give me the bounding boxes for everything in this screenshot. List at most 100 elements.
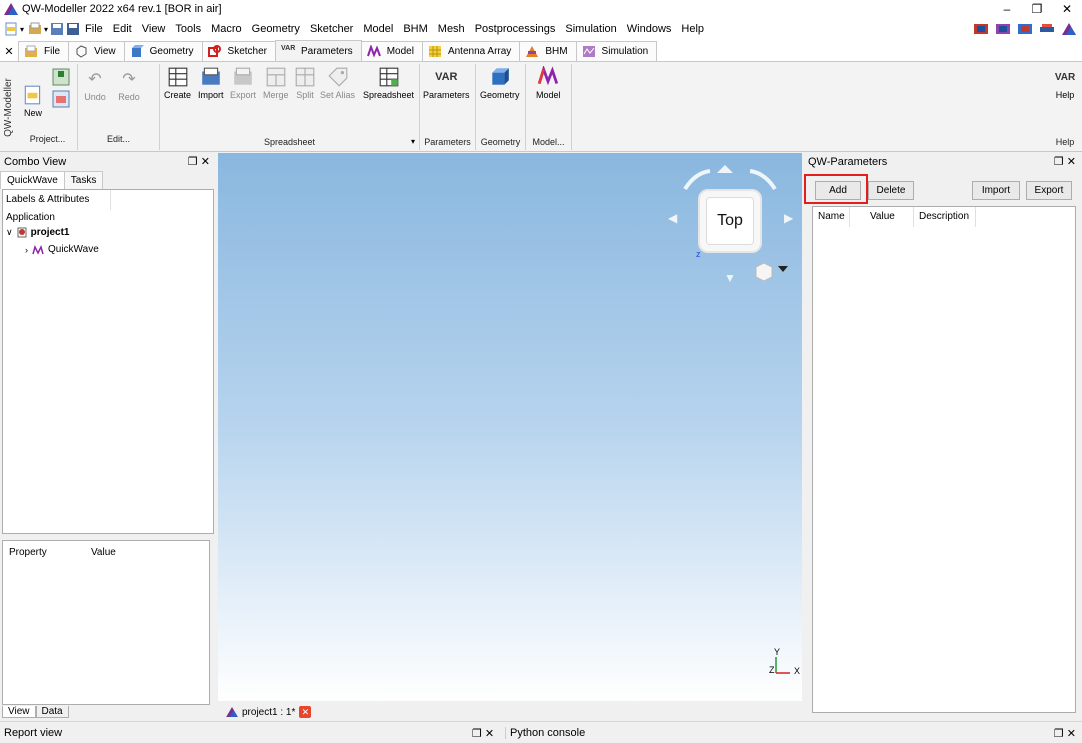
menu-view[interactable]: View: [137, 23, 171, 35]
menu-geometry[interactable]: Geometry: [247, 23, 305, 35]
tree-item-project[interactable]: ∨ project1: [6, 227, 70, 238]
toolbar-app-icon[interactable]: [1040, 22, 1054, 36]
tab-view-data-data[interactable]: Data: [35, 706, 69, 718]
toolbar-app-icon[interactable]: [1018, 22, 1032, 36]
panel-float-close-icons[interactable]: ❐ ✕: [188, 155, 210, 168]
description-column-header[interactable]: Description: [919, 211, 969, 222]
menu-edit[interactable]: Edit: [108, 23, 137, 35]
nav-down-arrow-icon[interactable]: ▼: [724, 271, 736, 285]
tab-simulation[interactable]: Simulation: [575, 41, 658, 61]
edit-group-label[interactable]: Edit...: [78, 134, 159, 144]
tab-file[interactable]: File: [18, 41, 70, 61]
export-parameters-button[interactable]: Export: [1026, 181, 1072, 200]
tree-item-quickwave[interactable]: › QuickWave: [25, 244, 99, 255]
save-icon[interactable]: [50, 22, 64, 36]
delete-parameter-button[interactable]: Delete: [868, 181, 914, 200]
project-group-label[interactable]: Project...: [18, 134, 77, 144]
panel-float-close-icons[interactable]: ❐ ✕: [472, 727, 494, 740]
menu-mesh[interactable]: Mesh: [433, 23, 470, 35]
split-button[interactable]: Split: [294, 66, 316, 100]
set-alias-button[interactable]: Set Alias: [320, 66, 355, 100]
parameters-table[interactable]: Name Value Description: [812, 206, 1076, 713]
panel-float-close-icons[interactable]: ❐ ✕: [1054, 727, 1076, 740]
menu-model[interactable]: Model: [358, 23, 398, 35]
menu-windows[interactable]: Windows: [622, 23, 677, 35]
parameters-button[interactable]: VAR Parameters: [423, 66, 470, 100]
minimize-button[interactable]: –: [992, 0, 1022, 18]
toolbar-app-icon[interactable]: [974, 22, 988, 36]
view-menu-cube-icon[interactable]: [752, 259, 790, 281]
model-group-label[interactable]: Model...: [526, 137, 571, 147]
menu-bhm[interactable]: BHM: [398, 23, 432, 35]
tab-view[interactable]: View: [68, 41, 125, 61]
tab-view-data-view[interactable]: View: [2, 706, 36, 718]
value-column-header[interactable]: Value: [870, 211, 895, 222]
document-tab[interactable]: project1 : 1* ✕: [226, 703, 312, 721]
help-button[interactable]: VAR Help: [1054, 66, 1076, 101]
menu-tools[interactable]: Tools: [170, 23, 206, 35]
project-document-icon: [17, 227, 27, 238]
panel-float-close-icons[interactable]: ❐ ✕: [1054, 155, 1076, 168]
3d-viewport[interactable]: ◀ ▶ ▼ Top z Y Z X: [218, 153, 802, 701]
cube-outline-icon: [76, 45, 87, 58]
tab-geometry[interactable]: Geometry: [123, 41, 203, 61]
project-tool-icon[interactable]: [52, 68, 70, 86]
tab-parameters[interactable]: VAR Parameters: [275, 40, 362, 61]
menu-sketcher[interactable]: Sketcher: [305, 23, 358, 35]
tab-quickwave[interactable]: QuickWave: [0, 171, 65, 189]
menu-postprocessings[interactable]: Postprocessings: [470, 23, 561, 35]
toolbar-app-icon[interactable]: [996, 22, 1010, 36]
combo-view-header: Combo View ❐ ✕: [0, 153, 216, 171]
redo-button[interactable]: ↷ Redo: [118, 68, 140, 102]
new-button[interactable]: New: [22, 84, 44, 118]
merge-button[interactable]: Merge: [263, 66, 289, 100]
var-parameters-icon: VAR: [435, 71, 458, 83]
menu-simulation[interactable]: Simulation: [560, 23, 621, 35]
open-file-icon[interactable]: [28, 22, 42, 36]
model-button[interactable]: Model: [536, 66, 561, 100]
column-divider: [913, 207, 914, 227]
tab-bhm[interactable]: BHM: [519, 41, 577, 61]
tab-label: Parameters: [301, 45, 353, 57]
chevron-right-icon[interactable]: ›: [25, 245, 28, 255]
name-column-header[interactable]: Name: [818, 211, 845, 222]
close-button[interactable]: ✕: [1052, 0, 1082, 18]
tab-tasks[interactable]: Tasks: [63, 171, 104, 189]
nav-right-arrow-icon[interactable]: ▶: [784, 211, 793, 225]
dropdown-arrow-icon[interactable]: ▾: [20, 25, 24, 34]
menu-macro[interactable]: Macro: [206, 23, 247, 35]
export-button[interactable]: Export: [230, 66, 256, 100]
save-as-icon[interactable]: [66, 22, 80, 36]
tab-model[interactable]: Model: [360, 41, 423, 61]
menu-help[interactable]: Help: [676, 23, 709, 35]
app-logo-icon[interactable]: [1062, 22, 1076, 36]
create-button[interactable]: Create: [164, 66, 191, 100]
rotate-arrow-icon[interactable]: [680, 161, 780, 191]
group-dropdown-icon[interactable]: ▾: [411, 137, 415, 146]
nav-left-arrow-icon[interactable]: ◀: [668, 211, 677, 225]
close-ribbon-icon[interactable]: ✕: [0, 41, 18, 61]
tab-sketcher[interactable]: Sketcher: [201, 41, 276, 61]
spreadsheet-button[interactable]: Spreadsheet: [363, 66, 414, 100]
chevron-down-icon[interactable]: ∨: [6, 227, 13, 238]
project-tool-icon[interactable]: [52, 90, 70, 108]
dropdown-arrow-icon[interactable]: ▾: [44, 25, 48, 34]
model-icon: [538, 66, 559, 86]
undo-button[interactable]: ↶ Undo: [84, 68, 106, 102]
menu-file[interactable]: File: [80, 23, 108, 35]
import-button[interactable]: Import: [198, 66, 224, 100]
python-console-title[interactable]: Python console: [505, 727, 585, 739]
geometry-button[interactable]: Geometry: [480, 66, 520, 100]
ribbon-tab-bar: ✕ File View Geometry Sketcher VAR Parame…: [0, 40, 1082, 62]
menu-bar: ▾ ▾ File Edit View Tools Macro Geometry …: [0, 18, 1082, 40]
tab-antenna-array[interactable]: Antenna Array: [421, 41, 521, 61]
restore-button[interactable]: ❐: [1022, 0, 1052, 18]
navcube-face-top[interactable]: Top: [706, 197, 754, 245]
spreadsheet-export-icon: [234, 67, 252, 85]
close-document-icon[interactable]: ✕: [299, 706, 312, 718]
new-file-icon[interactable]: [4, 22, 18, 36]
import-parameters-button[interactable]: Import: [972, 181, 1020, 200]
report-view-title[interactable]: Report view: [4, 727, 62, 739]
merge-cells-icon: [266, 67, 286, 87]
navigation-cube[interactable]: Top: [698, 189, 762, 253]
